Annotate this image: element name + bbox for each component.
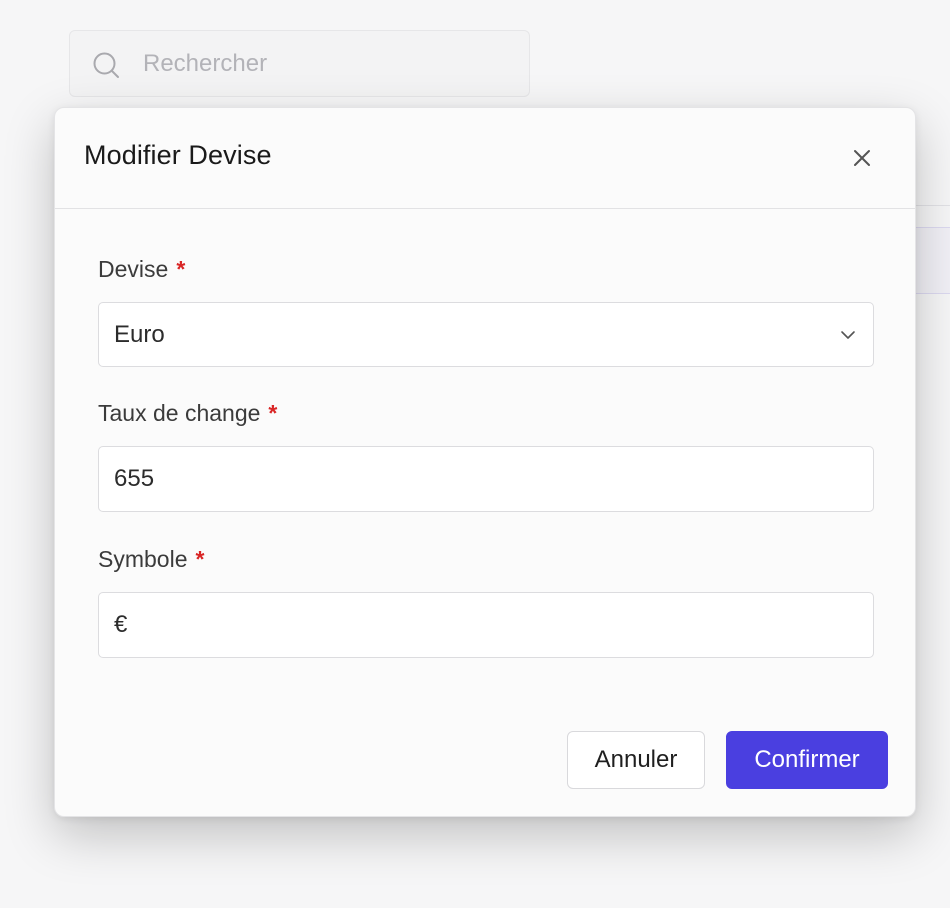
required-marker: * [268,400,278,426]
modal-title: Modifier Devise [84,140,272,170]
currency-select[interactable]: Euro [98,302,874,367]
currency-select-value: Euro [114,321,165,348]
close-button[interactable] [847,143,877,173]
background-table-row [916,227,950,294]
modal-header: Modifier Devise [55,108,915,209]
currency-label: Devise * [98,256,185,283]
required-marker: * [176,256,186,282]
symbol-label: Symbole * [98,546,204,573]
background-divider [916,205,950,206]
chevron-down-icon [841,331,855,339]
confirm-button[interactable]: Confirmer [726,731,888,789]
symbol-label-text: Symbole [98,546,188,572]
exchange-rate-label-text: Taux de change [98,400,261,426]
symbol-input[interactable]: € [98,592,874,658]
search-icon [93,52,119,78]
search-placeholder: Rechercher [143,50,268,77]
exchange-rate-value: 655 [114,465,155,492]
exchange-rate-label: Taux de change * [98,400,277,427]
cancel-button[interactable]: Annuler [567,731,705,789]
edit-currency-modal: Modifier Devise Devise * Euro Taux de cha… [54,107,916,817]
close-icon [854,150,870,166]
symbol-value: € [114,611,128,638]
search-bar[interactable]: Rechercher [69,30,530,97]
currency-label-text: Devise [98,256,169,282]
exchange-rate-input[interactable]: 655 [98,446,874,512]
required-marker: * [195,546,205,572]
